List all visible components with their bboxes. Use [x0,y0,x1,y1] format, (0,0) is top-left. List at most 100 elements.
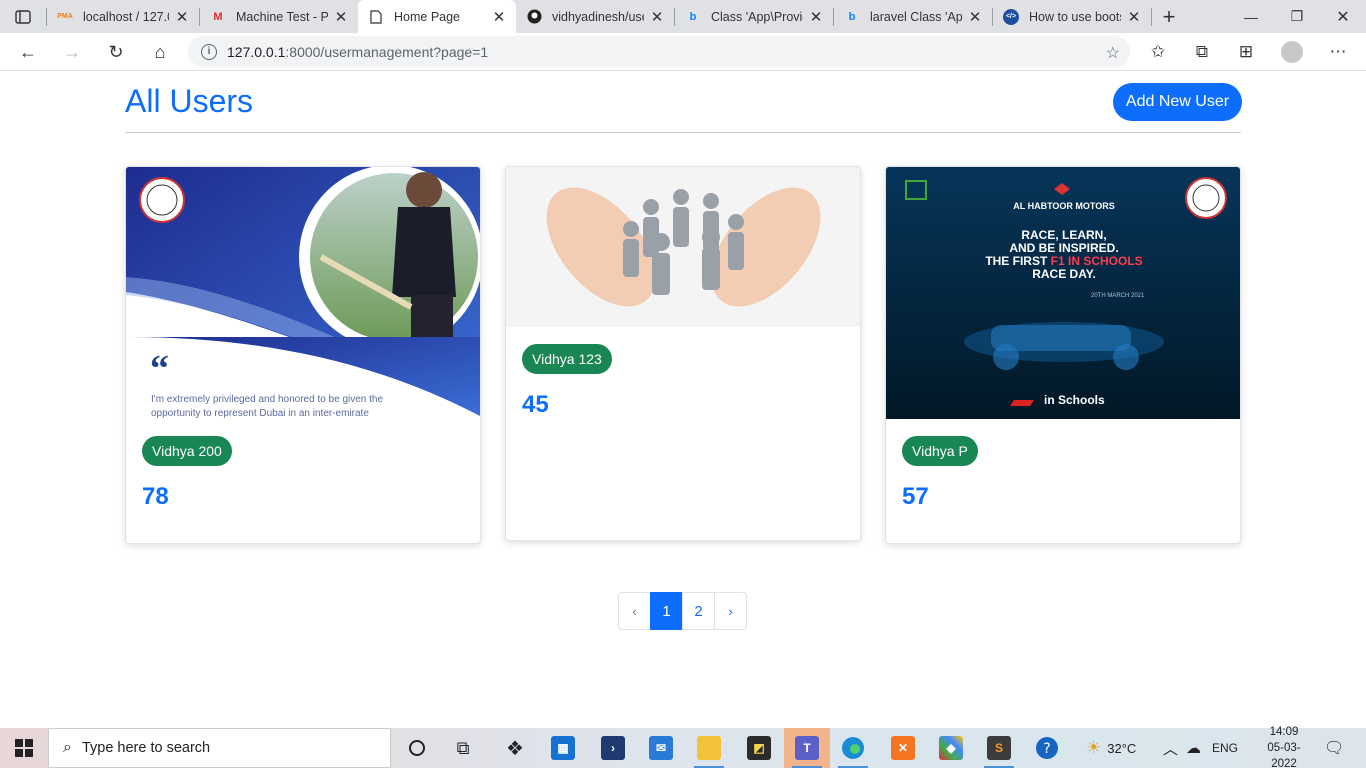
edge-icon [842,737,864,759]
extensions-button[interactable]: ⊞ [1230,36,1262,68]
tab-home-page[interactable]: Home Page ✕ [358,0,516,33]
refresh-button[interactable]: ↻ [100,36,132,68]
tab-actions-button[interactable] [0,0,46,33]
minimize-icon: — [1244,8,1258,25]
tab-bootstrap[interactable]: </> How to use boots ✕ [993,0,1151,33]
tab-title: Class 'App\Provid [711,9,803,24]
svg-text:?: ? [1043,741,1050,757]
user-card: Vidhya 123 45 [505,166,861,541]
edge-app[interactable] [830,728,876,768]
url-bar[interactable]: i 127.0.0.1:8000/usermanagement?page=1 ☆ [188,36,1130,67]
user-number: 57 [902,483,929,510]
help-icon: ? [1036,737,1058,759]
page-icon [368,9,384,25]
bing-icon: b [689,10,697,23]
new-tab-button[interactable]: + [1152,0,1186,33]
tab-title: localhost / 127.0.0 [83,9,169,24]
banner-line-part: THE FIRST [985,254,1051,268]
close-window-button[interactable]: ✕ [1320,0,1366,33]
plus-icon: + [1162,3,1176,29]
task-view-icon: ⧉ [456,737,470,758]
add-favorite-icon[interactable]: ☆ [1106,43,1120,63]
search-icon: ⌕ [63,739,72,756]
weather-temp: 32°C [1107,740,1137,756]
git-icon: ◆ [939,736,963,760]
arrow-right-icon: → [63,41,81,62]
url-path: :8000/usermanagement?page=1 [285,43,489,60]
github-icon [526,9,542,25]
pagination: ‹ 1 2 › [618,592,747,630]
next-page-button[interactable]: › [714,592,747,630]
store-icon: ▦ [551,736,575,760]
forward-button[interactable]: → [56,36,88,68]
restore-button[interactable]: ❐ [1274,0,1320,33]
show-hidden-icons-button[interactable]: ︿ [1163,728,1178,768]
paper-people-hands-graphic [506,167,860,327]
dropbox-app[interactable]: ❖ [492,728,538,768]
page-1-button[interactable]: 1 [650,592,683,630]
store-app[interactable]: ▦ [540,728,586,768]
home-button[interactable]: ⌂ [144,36,176,68]
profile-avatar[interactable] [1281,41,1303,63]
more-menu-button[interactable]: ⋯ [1322,36,1354,68]
gmail-icon: M [213,10,223,23]
sticky-notes-app[interactable]: ◩ [736,728,782,768]
quote-text: I'm extremely privileged and honored to … [151,394,384,419]
powershell-app[interactable]: › [590,728,636,768]
windows-logo-icon [15,739,33,757]
tab-bing-1[interactable]: b Class 'App\Provid ✕ [675,0,833,33]
close-tab-icon[interactable]: ✕ [650,8,664,26]
collections-button[interactable]: ⧉ [1186,36,1218,68]
tab-phpmyadmin[interactable]: PMA localhost / 127.0.0 ✕ [47,0,199,33]
add-new-user-button[interactable]: Add New User [1113,83,1242,121]
close-tab-icon[interactable]: ✕ [175,8,189,26]
minimize-button[interactable]: — [1228,0,1274,33]
divider [125,132,1241,133]
tab-github[interactable]: vidhyadinesh/use ✕ [516,0,674,33]
user-card: “ I'm extremely privileged and honored t… [125,166,481,544]
cortana-button[interactable] [394,728,440,768]
close-tab-icon[interactable]: ✕ [968,8,982,26]
favorites-button[interactable]: ✩ [1142,36,1174,68]
sublime-app[interactable]: S [976,728,1022,768]
prev-page-button[interactable]: ‹ [618,592,651,630]
cloud-icon: ☁ [1186,740,1201,757]
banner-footer: in Schools [1044,393,1105,407]
language-indicator[interactable]: ENG [1212,728,1238,768]
arrow-left-icon: ← [19,41,37,62]
mail-app[interactable]: ✉ [638,728,684,768]
tab-bing-2[interactable]: b laravel Class 'App ✕ [834,0,992,33]
taskbar-search-box[interactable]: ⌕ Type here to search [48,728,391,768]
task-view-button[interactable]: ⧉ [440,728,486,768]
quote-mark-icon: “ [150,348,169,390]
cortana-icon [409,740,425,756]
tab-gmail[interactable]: M Machine Test - Ph ✕ [200,0,358,33]
page-content: All Users Add New User “ I'm extremely p… [0,71,1366,728]
help-app[interactable]: ? [1024,728,1070,768]
back-button[interactable]: ← [12,36,44,68]
close-tab-icon[interactable]: ✕ [1127,8,1141,26]
clock[interactable]: 14:09 05-03-2022 [1258,726,1310,770]
close-tab-icon[interactable]: ✕ [334,8,348,26]
weather-widget[interactable]: ☀ 32°C [1086,728,1136,768]
git-app[interactable]: ◆ [928,728,974,768]
more-icon: ⋯ [1329,42,1347,61]
banner-headline: RACE, LEARN, AND BE INSPIRED. THE FIRST … [886,229,1240,281]
user-name-badge: Vidhya 200 [142,436,232,466]
tab-title: vidhyadinesh/use [552,9,644,24]
page-2-button[interactable]: 2 [682,592,715,630]
close-tab-icon[interactable]: ✕ [492,8,506,26]
file-explorer-app[interactable] [686,728,732,768]
user-number: 78 [142,483,169,510]
close-tab-icon[interactable]: ✕ [809,8,823,26]
xampp-app[interactable]: ✕ [880,728,926,768]
banner-date: 20TH MARCH 2021 [1091,293,1145,299]
weather-sun-icon: ☀ [1086,738,1102,757]
search-placeholder: Type here to search [81,740,211,756]
info-icon[interactable]: i [201,43,217,60]
network-button[interactable]: ☁ [1186,728,1201,768]
chevron-up-icon: ︿ [1163,740,1179,758]
teams-app[interactable]: T [784,728,830,768]
start-button[interactable] [0,728,48,768]
notifications-button[interactable]: 🗨 [1324,728,1344,768]
